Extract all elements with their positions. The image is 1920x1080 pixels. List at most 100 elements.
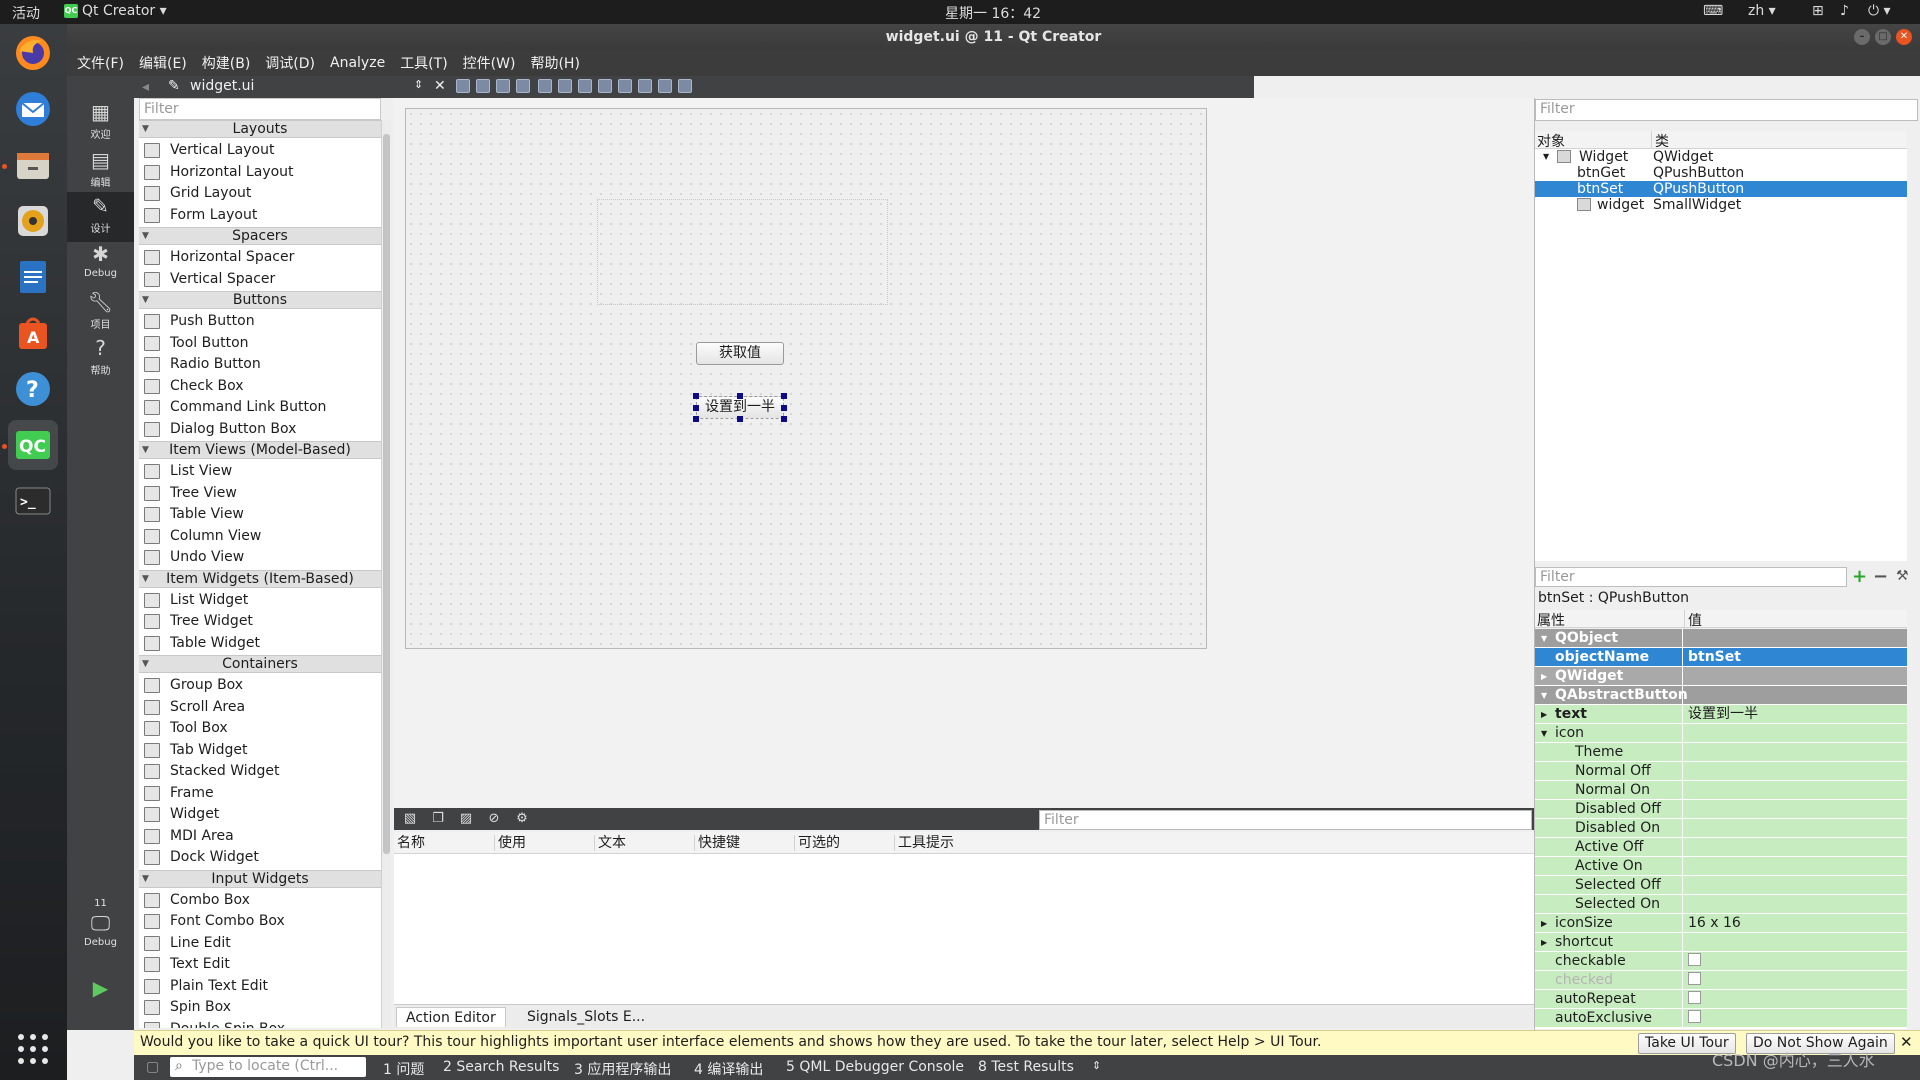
- keyboard-icon[interactable]: ⌨: [1703, 3, 1723, 19]
- collapse-arrow-icon[interactable]: ▼: [142, 656, 149, 672]
- collapse-arrow-icon[interactable]: ▼: [142, 228, 149, 244]
- tree-row-btnget[interactable]: btnGet QPushButton: [1535, 165, 1907, 181]
- mode-edit[interactable]: ▤ 编辑: [67, 146, 134, 196]
- menu-build[interactable]: 构建(B): [202, 53, 251, 73]
- scrollbar-thumb[interactable]: [383, 134, 390, 854]
- widget-box-item[interactable]: Dock Widget: [139, 847, 381, 868]
- menu-widgets[interactable]: 控件(W): [463, 53, 516, 73]
- property-row[interactable]: ▼ icon: [1535, 724, 1907, 743]
- selection-handle[interactable]: [693, 416, 699, 422]
- selection-handle[interactable]: [781, 416, 787, 422]
- widget-box-item[interactable]: Tree View: [139, 483, 381, 504]
- checkbox[interactable]: [1688, 991, 1701, 1004]
- form-widget[interactable]: [405, 108, 1207, 649]
- widget-box-item[interactable]: Column View: [139, 526, 381, 547]
- property-row[interactable]: Disabled On: [1535, 819, 1907, 838]
- build-target-selector[interactable]: 11 🖵︎ Debug: [67, 896, 134, 966]
- property-row[interactable]: Active Off: [1535, 838, 1907, 857]
- sidebar-toggle-icon[interactable]: ▢: [146, 1059, 159, 1075]
- widget-box-item[interactable]: Spin Box: [139, 997, 381, 1018]
- widget-box-item[interactable]: Form Layout: [139, 205, 381, 226]
- widget-category[interactable]: ▼ Containers: [139, 655, 381, 673]
- menu-file[interactable]: 文件(F): [77, 53, 124, 73]
- pane-qml-debugger[interactable]: 5 QML Debugger Console: [786, 1059, 964, 1075]
- property-value[interactable]: [1684, 838, 1907, 857]
- menu-help[interactable]: 帮助(H): [530, 53, 579, 73]
- thunderbird-icon[interactable]: [8, 84, 58, 134]
- checkbox[interactable]: [1688, 972, 1701, 985]
- widget-box-item[interactable]: List View: [139, 461, 381, 482]
- show-applications-icon[interactable]: [8, 1024, 58, 1074]
- tree-row-widget[interactable]: ▼ Widget QWidget: [1535, 149, 1907, 165]
- property-row[interactable]: Normal On: [1535, 781, 1907, 800]
- property-checkbox[interactable]: [1684, 990, 1907, 1009]
- widget-category[interactable]: ▼ Layouts: [139, 120, 381, 138]
- property-row[interactable]: ▼ QObject: [1535, 629, 1907, 648]
- firefox-icon[interactable]: [8, 28, 58, 78]
- property-row[interactable]: autoRepeat: [1535, 990, 1907, 1009]
- clock[interactable]: 星期一 16：42: [945, 3, 1041, 23]
- col-tooltip[interactable]: 工具提示: [894, 835, 954, 851]
- property-value[interactable]: [1684, 743, 1907, 762]
- close-button[interactable]: ✕: [1896, 29, 1912, 45]
- software-center-icon[interactable]: A: [8, 308, 58, 358]
- widget-box-scrollbar[interactable]: [381, 120, 391, 1028]
- edit-widgets-icon[interactable]: [456, 79, 470, 93]
- widget-box-item[interactable]: Text Edit: [139, 954, 381, 975]
- layout-h-splitter-icon[interactable]: [578, 79, 592, 93]
- edit-buddies-icon[interactable]: [496, 79, 510, 93]
- property-row[interactable]: autoExclusive: [1535, 1009, 1907, 1028]
- widget-box-item[interactable]: Tab Widget: [139, 740, 381, 761]
- copy-action-icon[interactable]: ❐: [430, 811, 446, 827]
- widget-box-item[interactable]: List Widget: [139, 590, 381, 611]
- tab-action-editor[interactable]: Action Editor: [396, 1007, 506, 1027]
- col-property[interactable]: 属性: [1537, 610, 1565, 630]
- close-file-icon[interactable]: ✕: [434, 78, 446, 94]
- widget-category[interactable]: ▼ Item Views (Model-Based): [139, 441, 381, 459]
- adjust-size-icon[interactable]: [678, 79, 692, 93]
- collapse-arrow-icon[interactable]: ▼: [1543, 149, 1549, 165]
- file-switch-icon[interactable]: ⇕: [414, 78, 423, 91]
- selection-handle[interactable]: [781, 405, 787, 411]
- property-row[interactable]: ▶ iconSize 16 x 16: [1535, 914, 1907, 933]
- col-text[interactable]: 文本: [594, 835, 626, 851]
- collapse-arrow-icon[interactable]: ▼: [142, 121, 149, 137]
- mode-help[interactable]: ? 帮助: [67, 334, 134, 384]
- terminal-icon[interactable]: >_: [8, 476, 58, 526]
- mode-projects[interactable]: 🔧︎ 项目: [67, 288, 134, 338]
- menu-tools[interactable]: 工具(T): [400, 53, 447, 73]
- property-row[interactable]: Selected On: [1535, 895, 1907, 914]
- collapse-arrow-icon[interactable]: ▼: [142, 292, 149, 308]
- menu-debug[interactable]: 调试(D): [265, 53, 315, 73]
- volume-icon[interactable]: ♪: [1840, 3, 1849, 19]
- break-layout-icon[interactable]: [658, 79, 672, 93]
- paste-action-icon[interactable]: ▨: [458, 811, 474, 827]
- property-filter[interactable]: Filter: [1535, 567, 1847, 587]
- activities-button[interactable]: 活动: [12, 3, 40, 23]
- network-icon[interactable]: ⊞: [1812, 3, 1824, 19]
- property-row[interactable]: Theme: [1535, 743, 1907, 762]
- tree-row-smallwidget[interactable]: widget SmallWidget: [1535, 197, 1907, 213]
- property-checkbox[interactable]: [1684, 952, 1907, 971]
- menu-analyze[interactable]: Analyze: [330, 55, 385, 71]
- new-action-icon[interactable]: ▧: [402, 811, 418, 827]
- selection-handle[interactable]: [693, 405, 699, 411]
- close-infobar-icon[interactable]: ✕: [1900, 1033, 1913, 1051]
- property-row[interactable]: Selected Off: [1535, 876, 1907, 895]
- edit-signals-icon[interactable]: [476, 79, 490, 93]
- mode-design[interactable]: ✎ 设计: [67, 192, 134, 242]
- small-widget[interactable]: [597, 199, 888, 305]
- configure-icon[interactable]: ⚒: [1896, 568, 1909, 584]
- selection-handle[interactable]: [781, 393, 787, 399]
- widget-box-filter[interactable]: Filter: [139, 98, 381, 120]
- widget-box-item[interactable]: Group Box: [139, 675, 381, 696]
- collapse-arrow-icon[interactable]: ▼: [142, 871, 149, 887]
- pane-app-output[interactable]: 3 应用程序输出: [574, 1059, 671, 1079]
- property-row[interactable]: Normal Off: [1535, 762, 1907, 781]
- maximize-button[interactable]: □: [1875, 29, 1891, 45]
- col-value[interactable]: 值: [1684, 610, 1702, 630]
- property-value[interactable]: [1684, 876, 1907, 895]
- mode-debug[interactable]: ✱ Debug: [67, 240, 134, 290]
- add-property-icon[interactable]: +: [1852, 566, 1867, 587]
- property-row[interactable]: checkable: [1535, 952, 1907, 971]
